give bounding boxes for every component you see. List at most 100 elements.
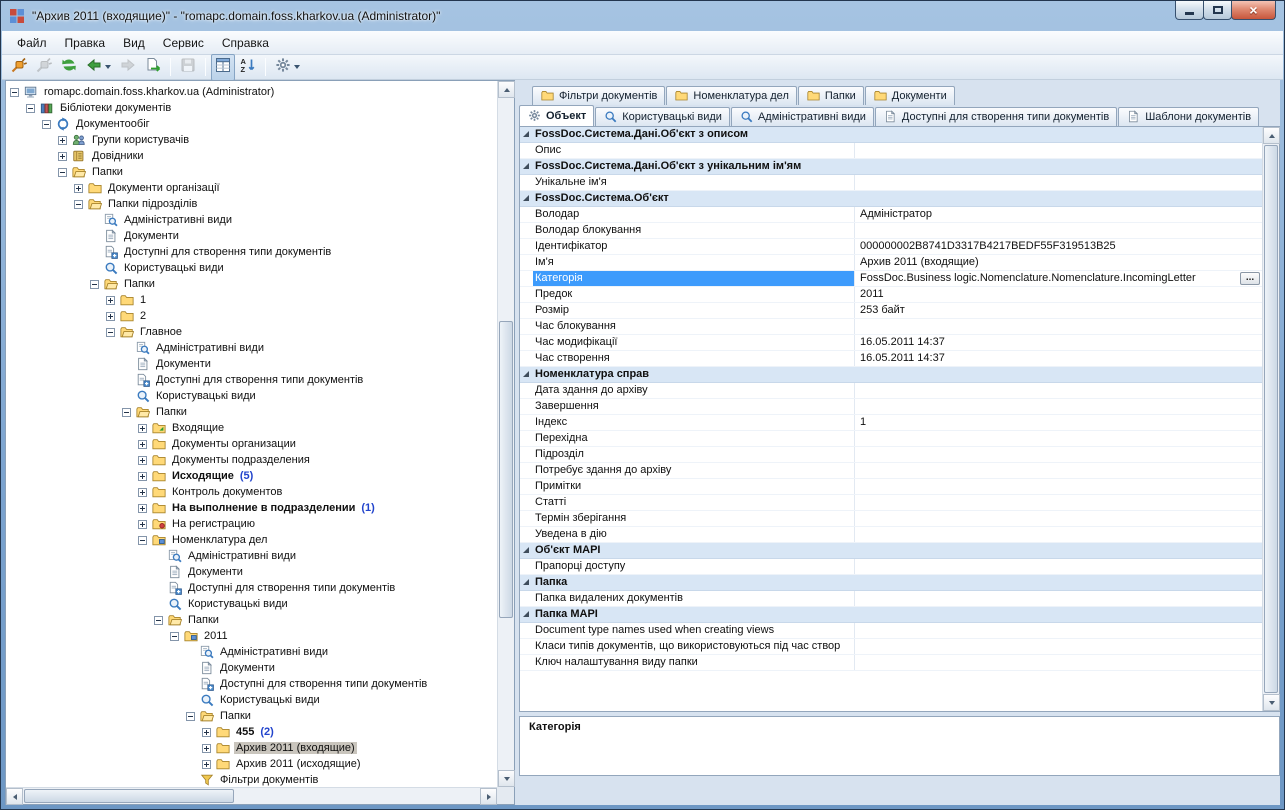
scrollbar-thumb[interactable] — [1264, 145, 1278, 693]
tree-item[interactable]: Архив 2011 (входящие) — [6, 740, 497, 756]
tree-item[interactable]: 2 — [6, 308, 497, 324]
property-row[interactable]: Класи типів документів, що використовуют… — [520, 639, 1262, 655]
tree-item[interactable]: На регистрацию — [6, 516, 497, 532]
tree-item[interactable]: Користувацькі види — [6, 260, 497, 276]
collapse-icon[interactable] — [26, 104, 35, 113]
tree-item[interactable]: Групи користувачів — [6, 132, 497, 148]
scroll-up-button[interactable] — [1263, 127, 1280, 144]
property-row[interactable]: Володар блокування — [520, 223, 1262, 239]
tab-documents[interactable]: Документи — [865, 86, 955, 105]
category-collapse-icon[interactable] — [520, 191, 533, 206]
property-value[interactable]: 2011 — [855, 287, 1262, 302]
scrollbar-thumb[interactable] — [24, 789, 234, 803]
tree-item[interactable]: Адміністративні види — [6, 644, 497, 660]
property-value[interactable] — [855, 559, 1262, 574]
tree-item[interactable]: Користувацькі види — [6, 388, 497, 404]
tree-item[interactable]: Контроль документов — [6, 484, 497, 500]
property-category-row[interactable]: Номенклатура справ — [520, 367, 1262, 383]
scroll-down-button[interactable] — [1263, 694, 1280, 711]
property-row[interactable]: Унікальне ім'я — [520, 175, 1262, 191]
tab-admin-views[interactable]: Адміністративні види — [731, 107, 874, 126]
property-value[interactable] — [855, 399, 1262, 414]
toolbar-settings-button[interactable] — [271, 54, 304, 81]
tree-item[interactable]: Документи — [6, 228, 497, 244]
tree-item[interactable]: Адміністративні види — [6, 340, 497, 356]
property-value[interactable]: 253 байт — [855, 303, 1262, 318]
tree-item[interactable]: 2011 — [6, 628, 497, 644]
tree-item[interactable]: Папки — [6, 276, 497, 292]
property-value[interactable] — [855, 431, 1262, 446]
toolbar-goto-button[interactable] — [141, 54, 165, 81]
property-value[interactable] — [855, 463, 1262, 478]
expand-icon[interactable] — [202, 744, 211, 753]
property-value[interactable] — [855, 143, 1262, 158]
tree-item[interactable]: На выполнение в подразделении(1) — [6, 500, 497, 516]
property-row[interactable]: Потребує здання до архіву — [520, 463, 1262, 479]
property-row[interactable]: Прапорці доступу — [520, 559, 1262, 575]
expand-icon[interactable] — [74, 184, 83, 193]
property-row[interactable]: Примітки — [520, 479, 1262, 495]
tree-item[interactable]: Доступні для створення типи документів — [6, 244, 497, 260]
property-value[interactable]: 16.05.2011 14:37 — [855, 335, 1262, 350]
tree-item[interactable]: Исходящие(5) — [6, 468, 497, 484]
property-category-row[interactable]: FossDoc.Система.Дані.Об'єкт з описом — [520, 127, 1262, 143]
menu-item-service[interactable]: Сервис — [154, 33, 213, 53]
property-row[interactable]: Термін зберігання — [520, 511, 1262, 527]
property-row[interactable]: Document type names used when creating v… — [520, 623, 1262, 639]
collapse-icon[interactable] — [170, 632, 179, 641]
category-collapse-icon[interactable] — [520, 159, 533, 174]
expand-icon[interactable] — [138, 456, 147, 465]
scrollbar-thumb[interactable] — [499, 321, 513, 618]
category-collapse-icon[interactable] — [520, 367, 533, 382]
collapse-icon[interactable] — [74, 200, 83, 209]
tree-item[interactable]: 455(2) — [6, 724, 497, 740]
property-row[interactable]: Ідентифікатор000000002B8741D3317B4217BED… — [520, 239, 1262, 255]
property-row[interactable]: Час модифікації16.05.2011 14:37 — [520, 335, 1262, 351]
property-value[interactable] — [855, 383, 1262, 398]
property-value[interactable] — [855, 655, 1262, 670]
collapse-icon[interactable] — [106, 328, 115, 337]
menu-item-edit[interactable]: Правка — [56, 33, 115, 53]
expand-icon[interactable] — [138, 472, 147, 481]
expand-icon[interactable] — [138, 520, 147, 529]
toolbar-refresh-button[interactable] — [57, 54, 81, 81]
expand-icon[interactable] — [58, 136, 67, 145]
property-row[interactable]: Час створення16.05.2011 14:37 — [520, 351, 1262, 367]
maximize-button[interactable] — [1203, 1, 1232, 20]
property-row[interactable]: Ім'яАрхив 2011 (входящие) — [520, 255, 1262, 271]
collapse-icon[interactable] — [58, 168, 67, 177]
property-value[interactable]: 1 — [855, 415, 1262, 430]
tree-item[interactable]: Документи організації — [6, 180, 497, 196]
property-value[interactable] — [855, 447, 1262, 462]
property-value[interactable]: Архив 2011 (входящие) — [855, 255, 1262, 270]
expand-icon[interactable] — [202, 728, 211, 737]
tree-item[interactable]: Документи — [6, 660, 497, 676]
property-row[interactable]: Перехідна — [520, 431, 1262, 447]
tree-item[interactable]: Документообіг — [6, 116, 497, 132]
property-row[interactable]: Підрозділ — [520, 447, 1262, 463]
tree-item[interactable]: Входящие — [6, 420, 497, 436]
scroll-left-button[interactable] — [6, 788, 23, 805]
property-row[interactable]: Час блокування — [520, 319, 1262, 335]
property-row[interactable]: Опис — [520, 143, 1262, 159]
collapse-icon[interactable] — [42, 120, 51, 129]
property-value[interactable] — [855, 527, 1262, 542]
tree-item[interactable]: Документи — [6, 564, 497, 580]
property-value[interactable] — [855, 479, 1262, 494]
property-value[interactable] — [855, 223, 1262, 238]
tree-item[interactable]: Довідники — [6, 148, 497, 164]
ellipsis-button[interactable]: ... — [1240, 272, 1260, 285]
expand-icon[interactable] — [138, 504, 147, 513]
collapse-icon[interactable] — [138, 536, 147, 545]
category-collapse-icon[interactable] — [520, 575, 533, 590]
property-row[interactable]: КатегоріяFossDoc.Business logic.Nomencla… — [520, 271, 1262, 287]
property-category-row[interactable]: Папка — [520, 575, 1262, 591]
tree-item[interactable]: Папки — [6, 612, 497, 628]
tree-item[interactable]: Документи — [6, 356, 497, 372]
collapse-icon[interactable] — [10, 88, 19, 97]
scroll-up-button[interactable] — [498, 81, 515, 98]
property-category-row[interactable]: Папка MAPI — [520, 607, 1262, 623]
menu-item-help[interactable]: Справка — [213, 33, 278, 53]
property-value[interactable] — [855, 623, 1262, 638]
expand-icon[interactable] — [58, 152, 67, 161]
